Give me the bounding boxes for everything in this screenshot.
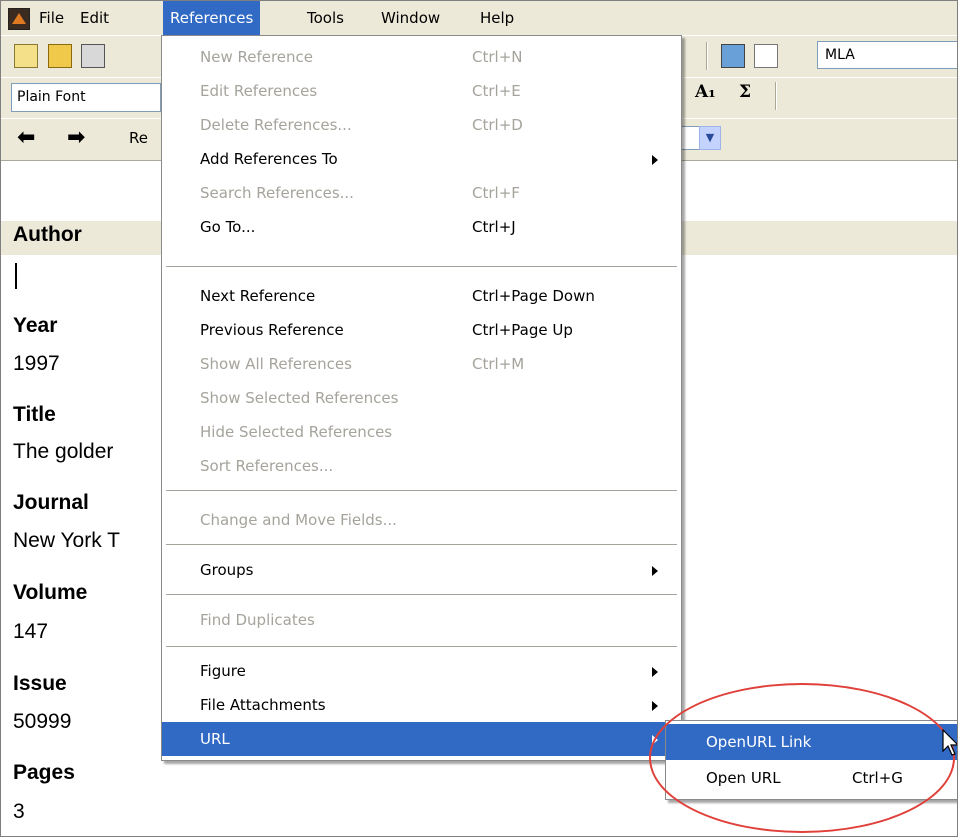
menu-item-file-attachments[interactable]: File Attachments <box>162 688 681 722</box>
back-arrow-icon[interactable]: ⬅ <box>17 125 35 150</box>
submenu-arrow-icon <box>652 701 658 711</box>
subscript-button[interactable]: A₁ <box>695 82 716 102</box>
menu-item-hide-selected-references[interactable]: Hide Selected References <box>162 415 681 449</box>
toolbar-separator <box>706 42 708 70</box>
menu-item-show-selected-references[interactable]: Show Selected References <box>162 381 681 415</box>
menu-tools[interactable]: Tools <box>300 1 351 35</box>
menu-divider <box>166 646 677 648</box>
menu-item-groups[interactable]: Groups <box>162 553 681 587</box>
menu-file[interactable]: File <box>32 1 71 35</box>
menu-edit[interactable]: Edit <box>73 1 116 35</box>
chevron-down-icon[interactable]: ▼ <box>699 126 721 150</box>
issue-label: Issue <box>13 672 67 695</box>
text-caret <box>15 263 17 289</box>
submenu-arrow-icon <box>652 566 658 576</box>
year-value[interactable]: 1997 <box>13 352 60 376</box>
menu-item-figure[interactable]: Figure <box>162 654 681 688</box>
insert-picture-icon[interactable] <box>721 44 745 68</box>
menu-item-add-references-to[interactable]: Add References To <box>162 142 681 176</box>
title-value[interactable]: The golder <box>13 440 113 464</box>
issue-value[interactable]: 50999 <box>13 710 71 734</box>
toolbar-separator <box>775 82 777 110</box>
mouse-pointer-icon <box>942 729 957 756</box>
menu-window[interactable]: Window <box>374 1 447 35</box>
volume-label: Volume <box>13 581 88 604</box>
journal-value[interactable]: New York T <box>13 529 120 553</box>
menu-item-sort-references[interactable]: Sort References... <box>162 449 681 483</box>
new-reference-icon[interactable] <box>14 44 38 68</box>
menu-divider <box>166 490 677 492</box>
open-folder-icon[interactable] <box>48 44 72 68</box>
endnote-app-icon[interactable] <box>8 8 30 30</box>
forward-arrow-icon[interactable]: ➡ <box>67 125 85 150</box>
menu-item-new-reference[interactable]: New Reference Ctrl+N <box>162 40 681 74</box>
print-icon[interactable] <box>81 44 105 68</box>
references-menu: New Reference Ctrl+N Edit References Ctr… <box>161 35 682 761</box>
annotation-oval <box>649 683 955 833</box>
menu-item-next-reference[interactable]: Next Reference Ctrl+Page Down <box>162 279 681 313</box>
volume-value[interactable]: 147 <box>13 620 48 644</box>
menu-references[interactable]: References <box>163 1 261 35</box>
title-label: Title <box>13 403 56 426</box>
menu-item-go-to[interactable]: Go To... Ctrl+J <box>162 210 681 244</box>
reference-type-select[interactable] <box>681 126 699 150</box>
menu-divider <box>166 544 677 546</box>
menu-item-delete-references[interactable]: Delete References... Ctrl+D <box>162 108 681 142</box>
output-style-select[interactable]: MLA <box>817 41 957 69</box>
journal-label: Journal <box>13 491 89 514</box>
menu-item-search-references[interactable]: Search References... Ctrl+F <box>162 176 681 210</box>
submenu-arrow-icon <box>652 155 658 165</box>
author-label: Author <box>13 223 82 246</box>
menu-item-find-duplicates[interactable]: Find Duplicates <box>162 603 681 637</box>
menu-item-change-and-move-fields[interactable]: Change and Move Fields... <box>162 503 681 537</box>
reference-type-label: Re <box>129 129 148 147</box>
menu-item-previous-reference[interactable]: Previous Reference Ctrl+Page Up <box>162 313 681 347</box>
menu-item-show-all-references[interactable]: Show All References Ctrl+M <box>162 347 681 381</box>
menu-divider <box>166 594 677 596</box>
font-select[interactable]: Plain Font <box>11 83 161 112</box>
menu-item-edit-references[interactable]: Edit References Ctrl+E <box>162 74 681 108</box>
insert-object-icon[interactable] <box>754 44 778 68</box>
pages-value[interactable]: 3 <box>13 800 25 824</box>
symbol-button[interactable]: Σ <box>739 82 751 102</box>
menu-bar: File Edit References Tools Window Help <box>1 1 957 36</box>
menu-divider <box>166 266 677 268</box>
submenu-arrow-icon <box>652 667 658 677</box>
menu-help[interactable]: Help <box>473 1 521 35</box>
menu-item-url[interactable]: URL <box>162 722 681 756</box>
pages-label: Pages <box>13 761 75 784</box>
endnote-window: File Edit References Tools Window Help M… <box>0 0 958 837</box>
year-label: Year <box>13 314 58 337</box>
